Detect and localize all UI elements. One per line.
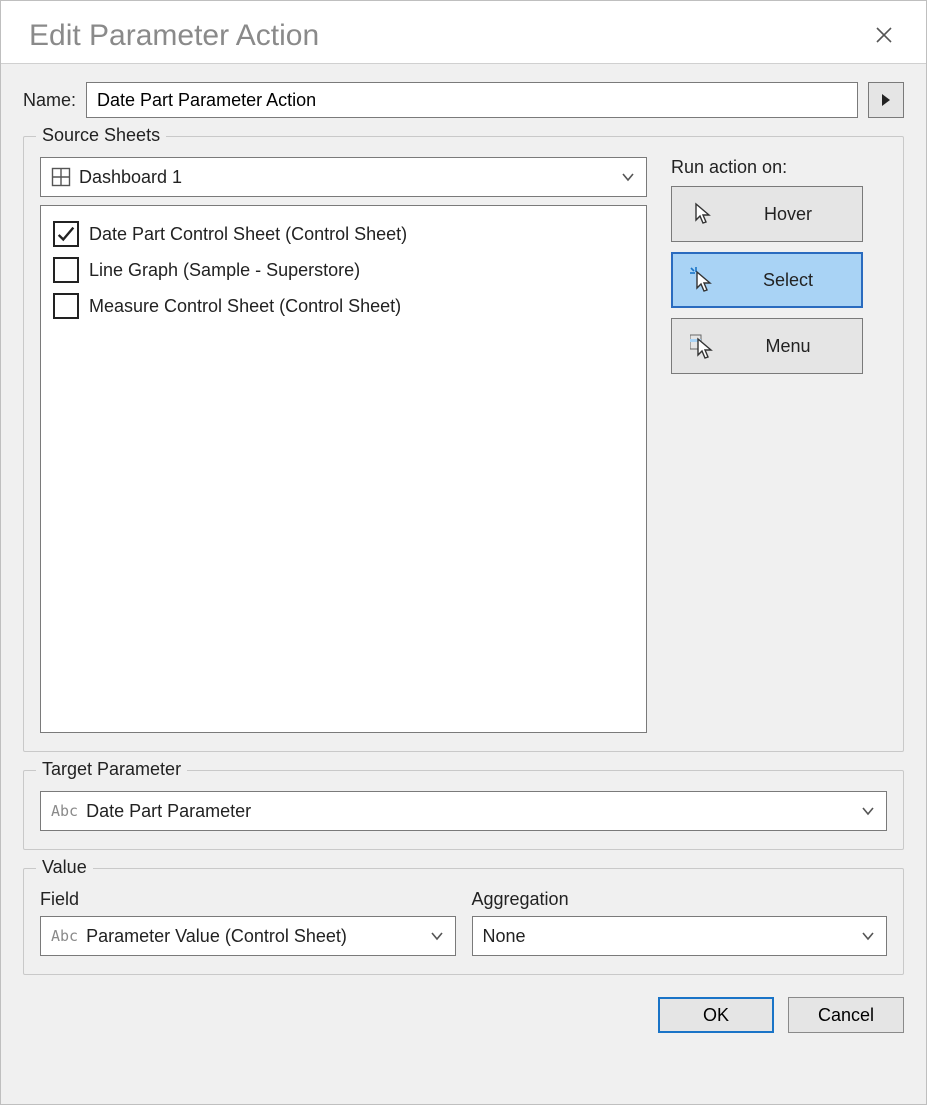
dashboard-icon <box>51 167 71 187</box>
field-dropdown[interactable]: Abc Parameter Value (Control Sheet) <box>40 916 456 956</box>
aggregation-dropdown[interactable]: None <box>472 916 888 956</box>
name-input[interactable] <box>86 82 858 118</box>
sheet-label: Line Graph (Sample - Superstore) <box>89 260 360 281</box>
target-parameter-legend: Target Parameter <box>36 759 187 780</box>
titlebar: Edit Parameter Action <box>1 1 926 64</box>
cursor-select-icon <box>690 267 716 293</box>
target-parameter-dropdown[interactable]: Abc Date Part Parameter <box>40 791 887 831</box>
hover-mode-label: Hover <box>732 204 844 225</box>
dashboard-dropdown-value: Dashboard 1 <box>79 167 182 188</box>
value-legend: Value <box>36 857 93 878</box>
aggregation-label: Aggregation <box>472 889 888 910</box>
menu-mode-button[interactable]: Menu <box>671 318 863 374</box>
name-row: Name: <box>23 82 904 118</box>
cancel-button[interactable]: Cancel <box>788 997 904 1033</box>
run-action-label: Run action on: <box>671 157 887 178</box>
cursor-menu-icon <box>690 333 716 359</box>
hover-mode-button[interactable]: Hover <box>671 186 863 242</box>
source-sheets-list[interactable]: Date Part Control Sheet (Control Sheet) … <box>40 205 647 733</box>
chevron-down-icon <box>620 169 636 185</box>
cursor-hover-icon <box>690 201 716 227</box>
chevron-down-icon <box>860 928 876 944</box>
chevron-down-icon <box>429 928 445 944</box>
sheet-label: Measure Control Sheet (Control Sheet) <box>89 296 401 317</box>
select-mode-button[interactable]: Select <box>671 252 863 308</box>
source-sheets-group: Source Sheets Dashboard 1 <box>23 136 904 752</box>
ok-button[interactable]: OK <box>658 997 774 1033</box>
menu-mode-label: Menu <box>732 336 844 357</box>
close-icon[interactable] <box>866 19 902 53</box>
chevron-down-icon <box>860 803 876 819</box>
list-item[interactable]: Line Graph (Sample - Superstore) <box>53 252 634 288</box>
checkbox[interactable] <box>53 221 79 247</box>
abc-type-icon: Abc <box>51 802 78 820</box>
target-parameter-group: Target Parameter Abc Date Part Parameter <box>23 770 904 850</box>
source-sheets-legend: Source Sheets <box>36 125 166 146</box>
dialog-title: Edit Parameter Action <box>29 19 319 53</box>
sheet-label: Date Part Control Sheet (Control Sheet) <box>89 224 407 245</box>
aggregation-value: None <box>483 926 526 947</box>
name-arrow-button[interactable] <box>868 82 904 118</box>
name-label: Name: <box>23 90 76 111</box>
triangle-right-icon <box>880 93 892 107</box>
list-item[interactable]: Measure Control Sheet (Control Sheet) <box>53 288 634 324</box>
dialog-body: Name: Source Sheets Dashboard 1 <box>1 64 926 1104</box>
target-parameter-value: Date Part Parameter <box>86 801 251 822</box>
field-value: Parameter Value (Control Sheet) <box>86 926 347 947</box>
edit-parameter-action-dialog: Edit Parameter Action Name: Source Sheet… <box>0 0 927 1105</box>
list-item[interactable]: Date Part Control Sheet (Control Sheet) <box>53 216 634 252</box>
abc-type-icon: Abc <box>51 927 78 945</box>
field-label: Field <box>40 889 456 910</box>
value-group: Value Field Abc Parameter Value (Control… <box>23 868 904 975</box>
dashboard-dropdown[interactable]: Dashboard 1 <box>40 157 647 197</box>
select-mode-label: Select <box>732 270 844 291</box>
dialog-footer: OK Cancel <box>23 993 904 1033</box>
checkbox[interactable] <box>53 293 79 319</box>
checkbox[interactable] <box>53 257 79 283</box>
